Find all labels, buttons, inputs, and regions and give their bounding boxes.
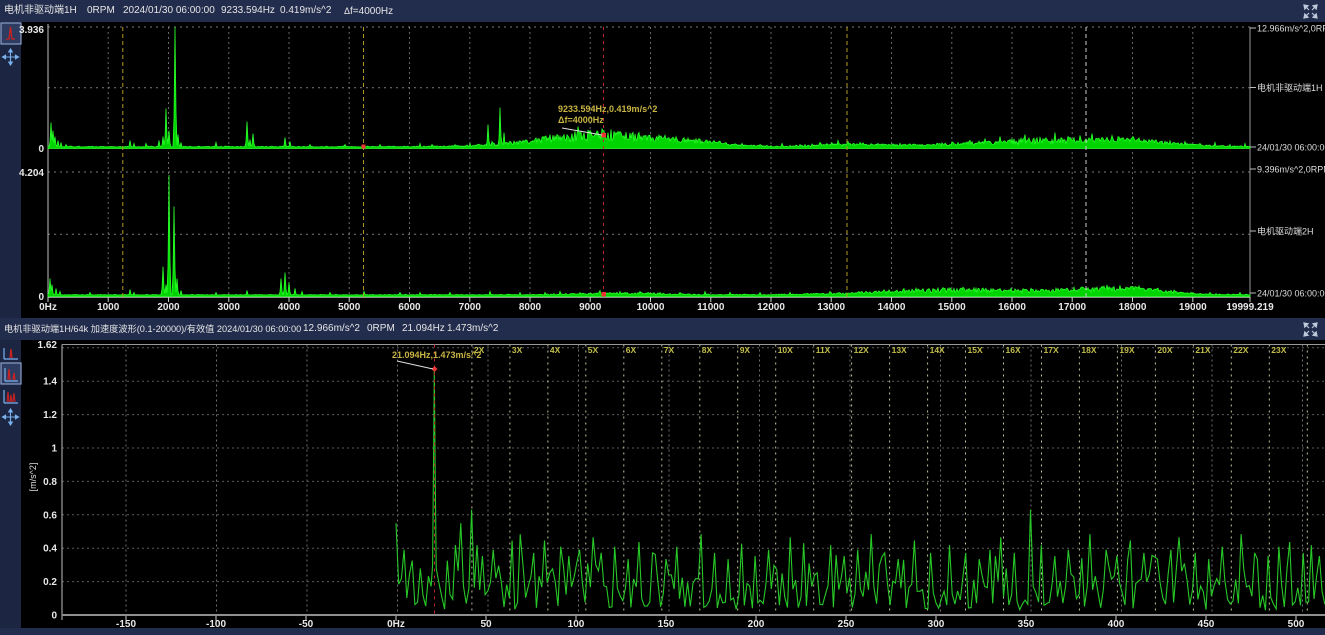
svg-text:9000: 9000	[579, 302, 602, 313]
svg-text:1.62: 1.62	[38, 340, 58, 351]
svg-text:13X: 13X	[892, 345, 907, 355]
svg-text:4000: 4000	[278, 302, 301, 313]
svg-text:Δf=4000Hz: Δf=4000Hz	[558, 115, 604, 125]
svg-text:6X: 6X	[626, 345, 637, 355]
svg-text:12000: 12000	[757, 302, 785, 313]
svg-text:12.966m/s^2,0RPM: 12.966m/s^2,0RPM	[1257, 24, 1325, 34]
svg-text:20X: 20X	[1157, 345, 1172, 355]
svg-text:14X: 14X	[930, 345, 945, 355]
svg-text:3X: 3X	[512, 345, 523, 355]
svg-text:4X: 4X	[550, 345, 561, 355]
svg-text:24/01/30 06:00:00: 24/01/30 06:00:00	[1257, 289, 1325, 299]
svg-text:3.936: 3.936	[19, 25, 44, 36]
svg-text:电机驱动端2H: 电机驱动端2H	[1257, 226, 1314, 237]
svg-text:17000: 17000	[1058, 302, 1086, 313]
svg-text:18000: 18000	[1119, 302, 1147, 313]
svg-text:4.204: 4.204	[19, 168, 44, 179]
svg-text:2000: 2000	[157, 302, 180, 313]
svg-text:0Hz: 0Hz	[39, 302, 57, 313]
svg-text:6000: 6000	[398, 302, 421, 313]
svg-text:7X: 7X	[664, 345, 675, 355]
svg-text:1.2: 1.2	[43, 410, 57, 421]
svg-text:[m/s^2]: [m/s^2]	[28, 463, 38, 492]
svg-text:8X: 8X	[702, 345, 713, 355]
svg-text:10000: 10000	[637, 302, 665, 313]
svg-text:15000: 15000	[938, 302, 966, 313]
svg-text:0: 0	[38, 144, 44, 155]
svg-text:8000: 8000	[519, 302, 542, 313]
svg-text:22X: 22X	[1233, 345, 1248, 355]
svg-text:7000: 7000	[459, 302, 482, 313]
svg-text:11X: 11X	[816, 345, 831, 355]
svg-text:9.396m/s^2,0RPM: 9.396m/s^2,0RPM	[1257, 165, 1325, 175]
svg-text:0: 0	[51, 611, 57, 622]
svg-text:16000: 16000	[998, 302, 1026, 313]
svg-text:1: 1	[51, 444, 57, 455]
svg-text:0.2: 0.2	[43, 577, 57, 588]
svg-text:3000: 3000	[218, 302, 241, 313]
svg-text:21X: 21X	[1195, 345, 1210, 355]
svg-text:23X: 23X	[1271, 345, 1286, 355]
svg-text:0.4: 0.4	[43, 544, 57, 555]
svg-text:5000: 5000	[338, 302, 361, 313]
svg-text:0.8: 0.8	[43, 477, 57, 488]
svg-text:19999.219: 19999.219	[1226, 302, 1274, 313]
svg-text:24/01/30 06:00:00: 24/01/30 06:00:00	[1257, 143, 1325, 153]
svg-text:11000: 11000	[697, 302, 725, 313]
svg-text:1000: 1000	[97, 302, 120, 313]
svg-text:9233.594Hz,0.419m/s^2: 9233.594Hz,0.419m/s^2	[558, 104, 657, 114]
svg-text:16X: 16X	[1006, 345, 1021, 355]
svg-text:2X: 2X	[474, 345, 485, 355]
svg-text:21.094Hz,1.473m/s^2: 21.094Hz,1.473m/s^2	[392, 350, 481, 360]
svg-text:0.6: 0.6	[43, 510, 57, 521]
svg-text:19000: 19000	[1179, 302, 1207, 313]
svg-text:19X: 19X	[1119, 345, 1134, 355]
svg-text:5X: 5X	[588, 345, 599, 355]
svg-text:9X: 9X	[740, 345, 751, 355]
svg-text:电机非驱动端1H: 电机非驱动端1H	[1257, 82, 1323, 93]
svg-text:14000: 14000	[878, 302, 906, 313]
svg-text:13000: 13000	[817, 302, 845, 313]
svg-text:12X: 12X	[854, 345, 869, 355]
svg-text:17X: 17X	[1044, 345, 1059, 355]
svg-text:15X: 15X	[968, 345, 983, 355]
svg-text:18X: 18X	[1081, 345, 1096, 355]
svg-text:10X: 10X	[778, 345, 793, 355]
svg-text:1.4: 1.4	[43, 377, 57, 388]
